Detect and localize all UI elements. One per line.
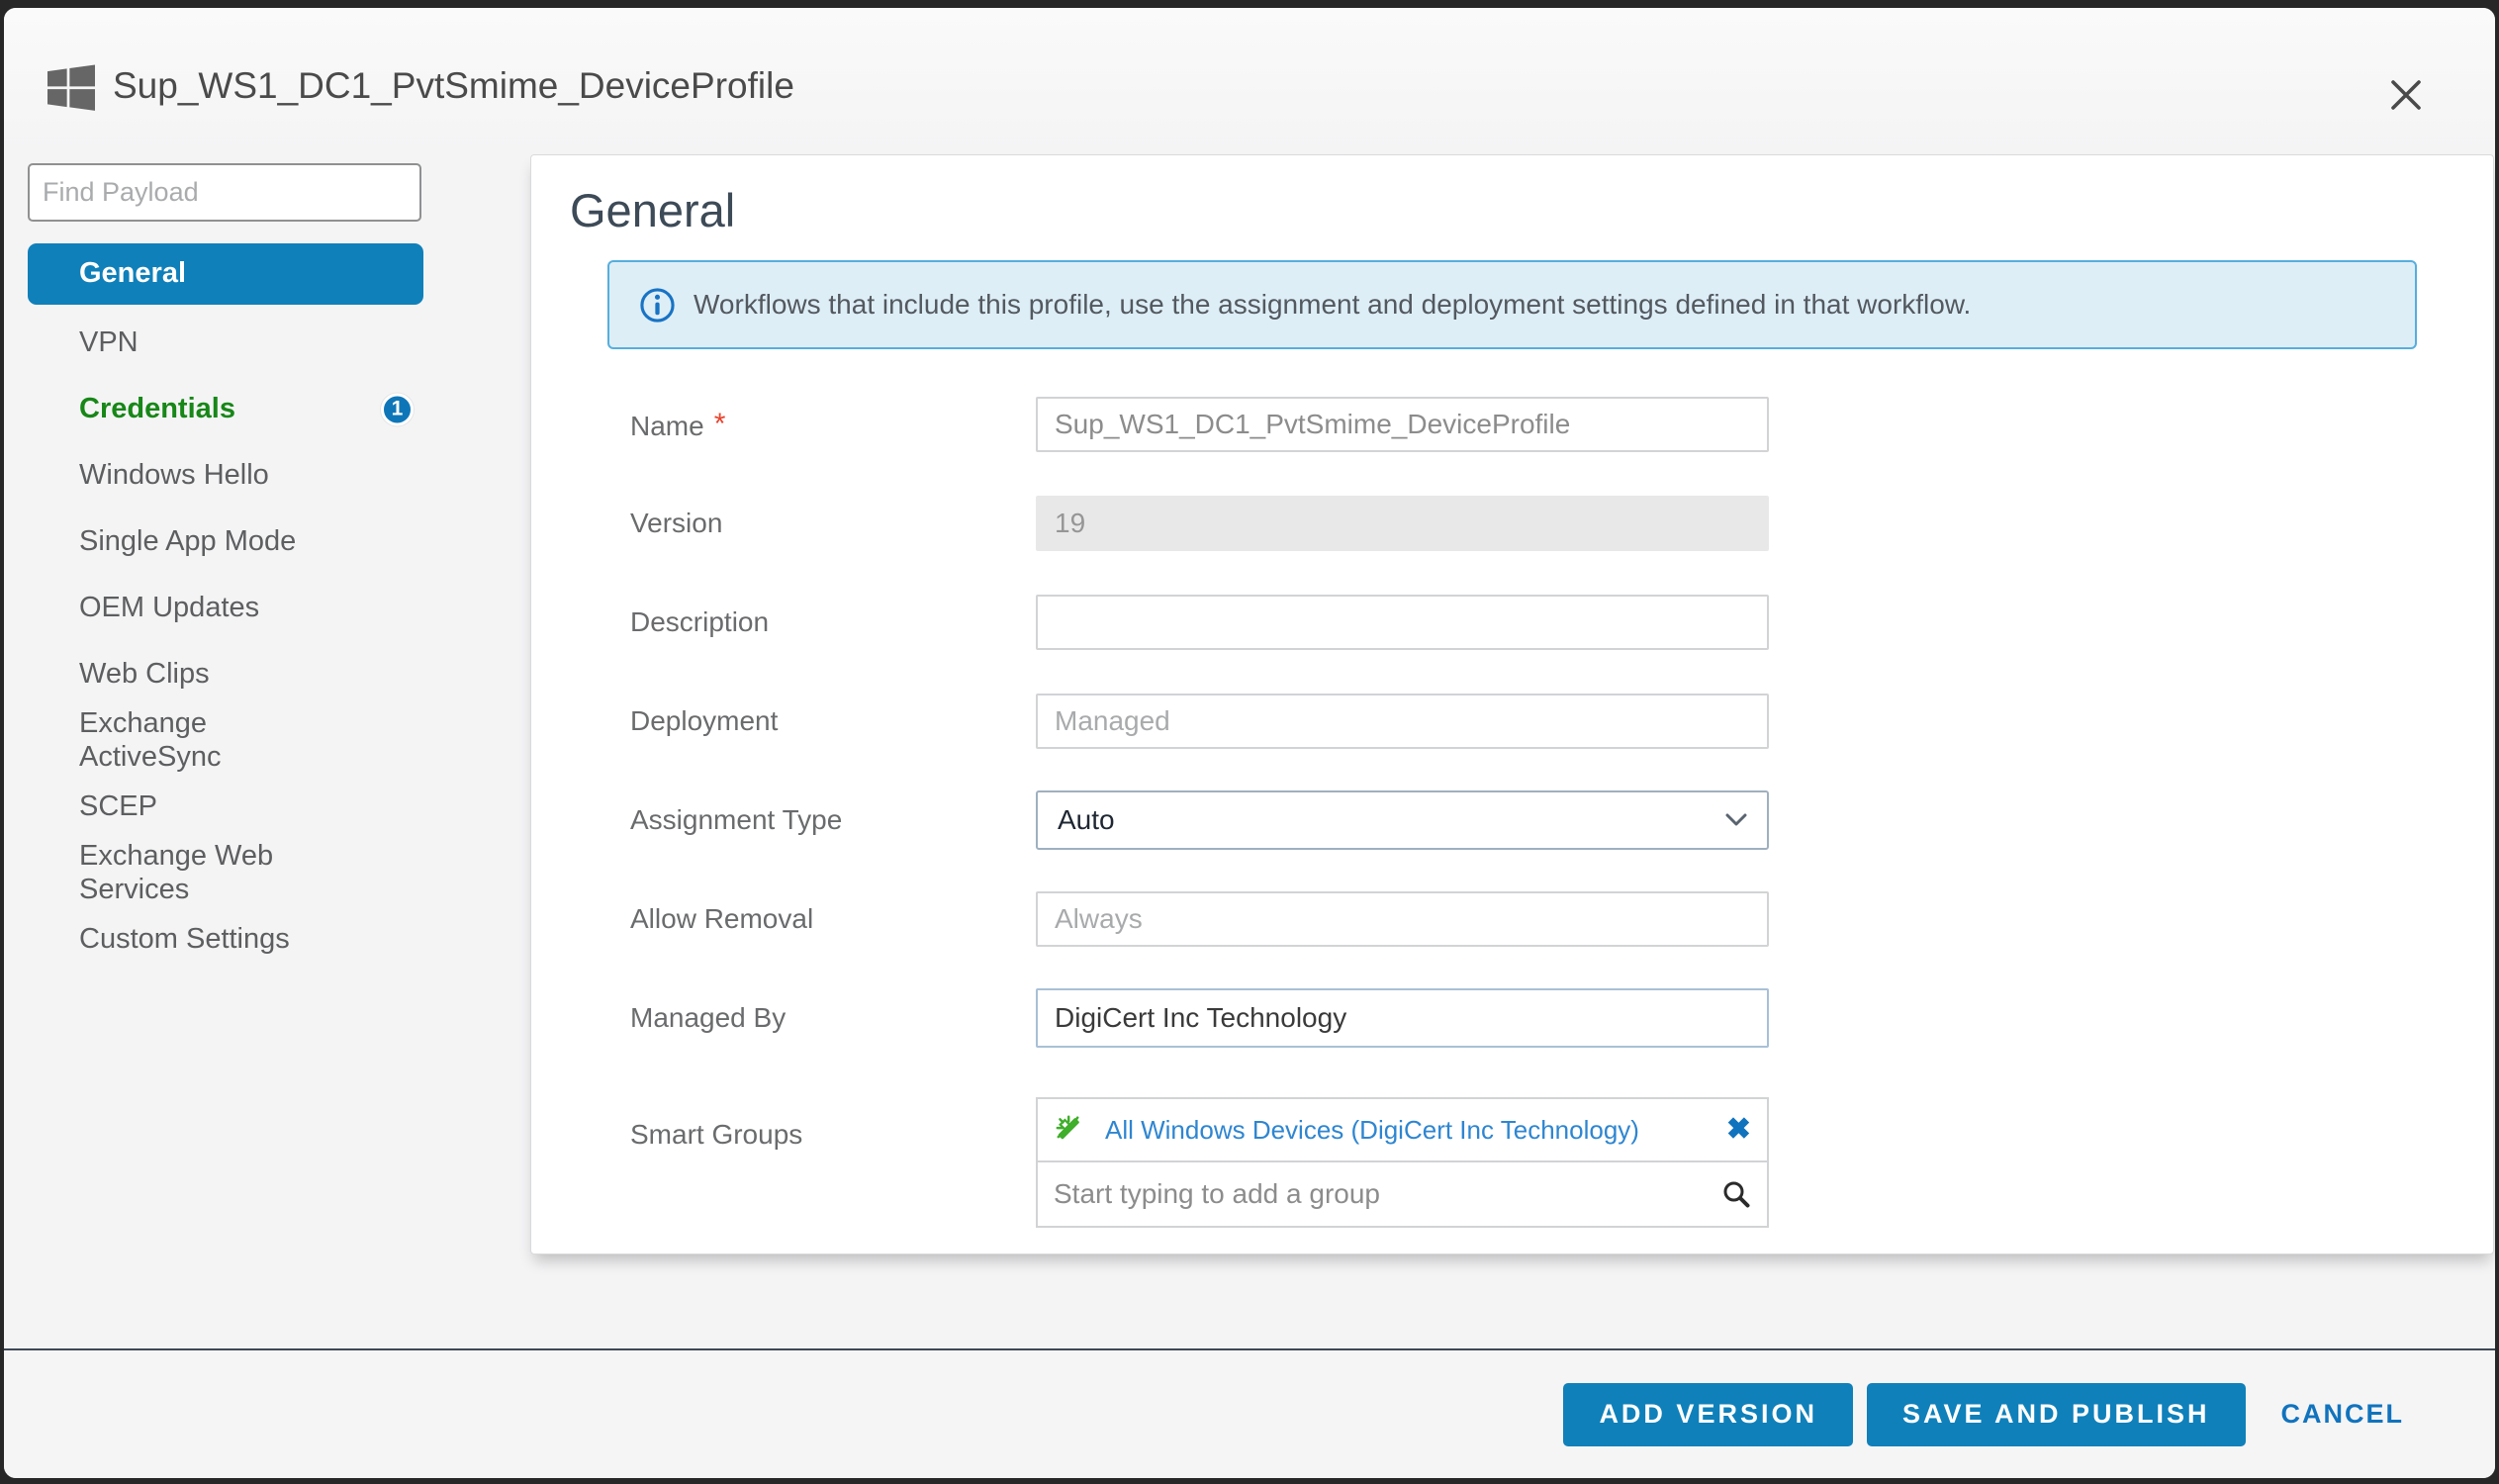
name-row: Name* <box>630 397 2493 452</box>
description-label: Description <box>630 606 1036 638</box>
smart-groups-label: Smart Groups <box>630 1119 1036 1151</box>
sidebar-item-exchange-web-services[interactable]: Exchange Web Services <box>28 840 423 906</box>
save-and-publish-button[interactable]: SAVE AND PUBLISH <box>1867 1383 2246 1446</box>
version-field <box>1036 496 1769 551</box>
payload-sidebar: General VPN Credentials 1 Windows Hello … <box>28 163 423 973</box>
managed-by-label: Managed By <box>630 1002 1036 1034</box>
assignment-type-row: Assignment Type Auto <box>630 792 2493 848</box>
deployment-row: Deployment <box>630 694 2493 749</box>
smart-group-search <box>1036 1162 1769 1228</box>
description-row: Description <box>630 595 2493 650</box>
search-icon <box>1721 1179 1751 1209</box>
cancel-button[interactable]: CANCEL <box>2281 1399 2405 1430</box>
magic-wand-icon <box>1054 1111 1091 1149</box>
sidebar-item-vpn[interactable]: VPN <box>28 310 423 376</box>
version-row: Version <box>630 496 2493 551</box>
dialog-footer: ADD VERSION SAVE AND PUBLISH CANCEL <box>4 1348 2495 1478</box>
sidebar-item-oem-updates[interactable]: OEM Updates <box>28 575 423 641</box>
remove-group-icon[interactable]: ✖ <box>1726 1115 1751 1145</box>
name-field[interactable] <box>1036 397 1769 452</box>
allow-removal-row: Allow Removal <box>630 891 2493 947</box>
add-version-button[interactable]: ADD VERSION <box>1563 1383 1853 1446</box>
payload-nav: General VPN Credentials 1 Windows Hello … <box>28 243 423 973</box>
device-profile-dialog: Sup_WS1_DC1_PvtSmime_DeviceProfile Gener… <box>4 8 2495 1478</box>
deployment-label: Deployment <box>630 705 1036 737</box>
smart-group-chip: All Windows Devices (DigiCert Inc Techno… <box>1036 1097 1769 1162</box>
chevron-down-icon <box>1725 813 1747 827</box>
managed-by-field[interactable] <box>1036 988 1769 1048</box>
sidebar-item-credentials[interactable]: Credentials 1 <box>28 376 423 442</box>
assignment-type-value: Auto <box>1058 804 1115 836</box>
required-asterisk: * <box>714 408 726 440</box>
dialog-title: Sup_WS1_DC1_PvtSmime_DeviceProfile <box>113 65 794 107</box>
description-field[interactable] <box>1036 595 1769 650</box>
info-banner-text: Workflows that include this profile, use… <box>694 289 1971 321</box>
windows-logo-icon <box>47 64 95 112</box>
sidebar-item-web-clips[interactable]: Web Clips <box>28 641 423 707</box>
close-icon[interactable] <box>2386 75 2426 115</box>
smart-group-link[interactable]: All Windows Devices (DigiCert Inc Techno… <box>1105 1115 1712 1146</box>
smart-group-search-input[interactable] <box>1054 1178 1721 1210</box>
info-banner: Workflows that include this profile, use… <box>607 260 2417 349</box>
version-label: Version <box>630 508 1036 539</box>
general-form: Name* Version Description Deployment Ass… <box>630 397 2493 1228</box>
sidebar-item-exchange-activesync[interactable]: Exchange ActiveSync <box>28 707 423 774</box>
find-payload-input[interactable] <box>28 163 421 222</box>
dialog-header: Sup_WS1_DC1_PvtSmime_DeviceProfile <box>4 8 2495 154</box>
info-icon <box>639 287 676 324</box>
smart-groups-box: All Windows Devices (DigiCert Inc Techno… <box>1036 1097 1769 1228</box>
managed-by-row: Managed By <box>630 990 2493 1046</box>
panel-heading: General <box>570 185 2493 236</box>
general-panel: General Workflows that include this prof… <box>530 154 2494 1254</box>
allow-removal-field[interactable] <box>1036 891 1769 947</box>
sidebar-item-general[interactable]: General <box>28 243 423 305</box>
assignment-type-label: Assignment Type <box>630 804 1036 836</box>
credentials-count-badge: 1 <box>381 393 414 425</box>
name-label: Name* <box>630 408 1036 442</box>
smart-groups-row: Smart Groups All Windows Devices (DigiCe… <box>630 1089 2493 1228</box>
deployment-field[interactable] <box>1036 694 1769 749</box>
assignment-type-select[interactable]: Auto <box>1036 790 1769 850</box>
allow-removal-label: Allow Removal <box>630 903 1036 935</box>
sidebar-item-windows-hello[interactable]: Windows Hello <box>28 442 423 509</box>
sidebar-item-single-app-mode[interactable]: Single App Mode <box>28 509 423 575</box>
sidebar-item-custom-settings[interactable]: Custom Settings <box>28 906 423 973</box>
sidebar-item-scep[interactable]: SCEP <box>28 774 423 840</box>
